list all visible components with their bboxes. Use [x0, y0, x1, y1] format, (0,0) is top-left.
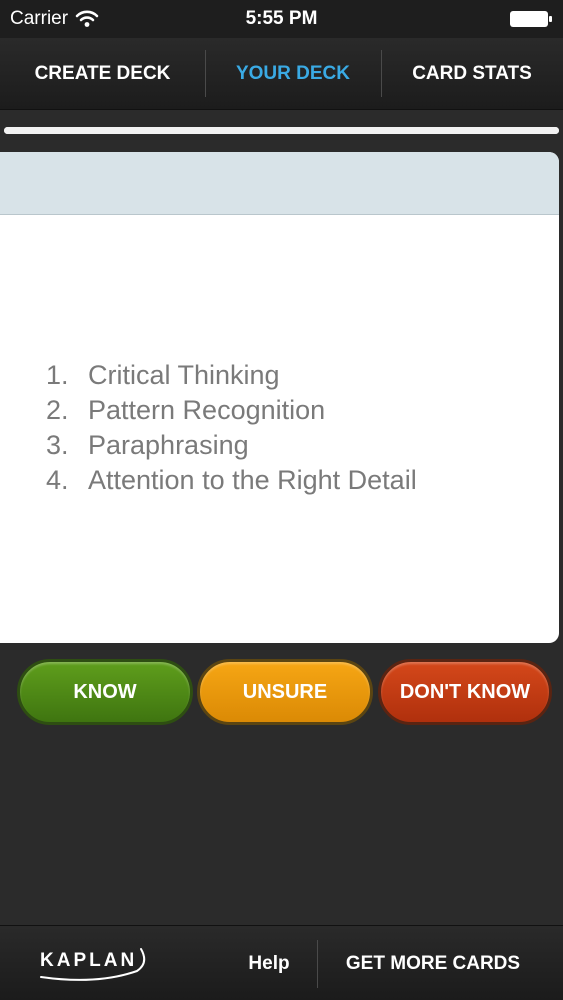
- answer-button-row: KNOW UNSURE DON'T KNOW: [17, 659, 552, 725]
- logo-swoosh-icon: [40, 948, 146, 981]
- list-item-text: Critical Thinking: [88, 360, 280, 390]
- flashcard[interactable]: 1. Critical Thinking 2. Pattern Recognit…: [0, 152, 559, 643]
- get-more-cards-button[interactable]: GET MORE CARDS: [330, 926, 536, 1000]
- status-bar: Carrier 5:55 PM: [0, 0, 563, 38]
- list-item: 4. Attention to the Right Detail: [46, 463, 417, 498]
- know-button[interactable]: KNOW: [17, 659, 193, 725]
- footer-divider: [317, 940, 318, 988]
- list-item-text: Pattern Recognition: [88, 395, 326, 425]
- list-item-text: Paraphrasing: [88, 430, 249, 460]
- list-item-number: 4.: [46, 465, 69, 495]
- list-item: 3. Paraphrasing: [46, 428, 417, 463]
- list-item-number: 1.: [46, 360, 69, 390]
- tab-create-deck[interactable]: CREATE DECK: [0, 38, 205, 109]
- flashcard-header: [0, 152, 559, 215]
- battery-icon: [510, 11, 552, 27]
- kaplan-logo[interactable]: KAPLAN: [37, 941, 149, 983]
- tab-card-stats[interactable]: CARD STATS: [381, 38, 563, 109]
- footer-bar: KAPLAN Help GET MORE CARDS: [0, 925, 563, 1000]
- dont-know-button[interactable]: DON'T KNOW: [378, 659, 552, 725]
- list-item: 2. Pattern Recognition: [46, 393, 417, 428]
- deck-progress-fill: [4, 127, 559, 134]
- flashcard-answer-list: 1. Critical Thinking 2. Pattern Recognit…: [46, 358, 417, 498]
- help-button[interactable]: Help: [240, 926, 298, 1000]
- deck-progress-bar: [4, 127, 559, 134]
- top-nav: CREATE DECK YOUR DECK CARD STATS: [0, 38, 563, 110]
- list-item: 1. Critical Thinking: [46, 358, 417, 393]
- status-time: 5:55 PM: [245, 8, 318, 29]
- unsure-button[interactable]: UNSURE: [197, 659, 373, 725]
- list-item-text: Attention to the Right Detail: [88, 465, 417, 495]
- tab-your-deck[interactable]: YOUR DECK: [205, 38, 381, 109]
- list-item-number: 3.: [46, 430, 69, 460]
- list-item-number: 2.: [46, 395, 69, 425]
